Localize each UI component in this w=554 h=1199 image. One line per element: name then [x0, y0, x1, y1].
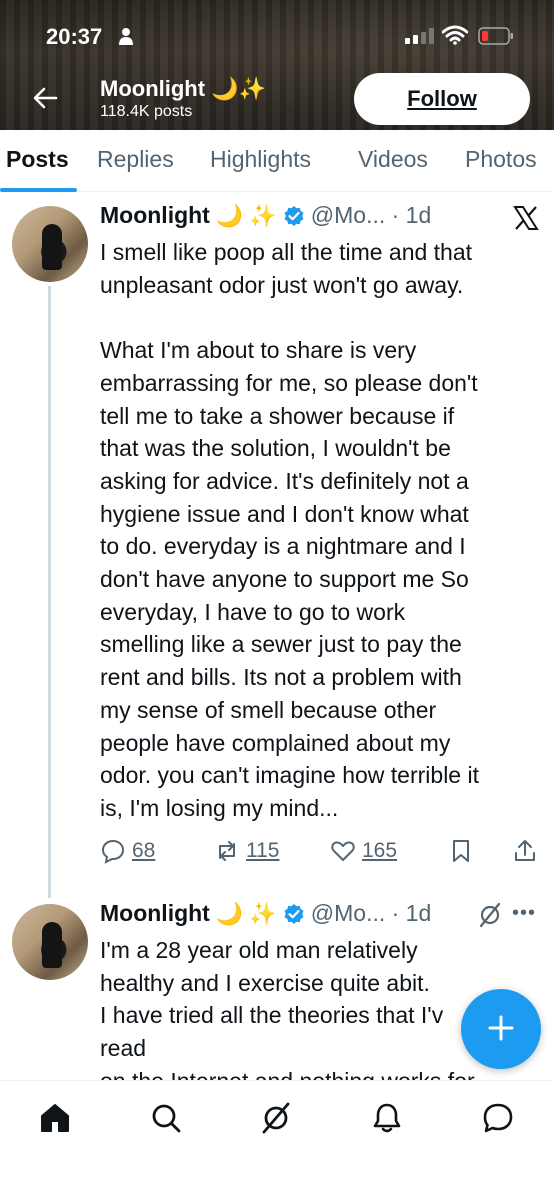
home-icon[interactable] — [38, 1101, 72, 1135]
share-icon — [515, 840, 535, 861]
post-handle: @Mo... · 1d — [310, 202, 432, 228]
reply-button[interactable]: 68 — [100, 838, 155, 864]
messages-icon[interactable] — [481, 1101, 515, 1135]
reply-count: 68 — [132, 839, 156, 862]
bookmark-button[interactable] — [448, 838, 480, 864]
tab-posts[interactable]: Posts — [6, 146, 69, 173]
post-author[interactable]: Moonlight — [100, 900, 210, 927]
grok-icon[interactable] — [478, 902, 502, 928]
grok-icon[interactable] — [259, 1101, 293, 1135]
post-author[interactable]: Moonlight — [100, 202, 210, 229]
active-tab-indicator — [0, 188, 77, 192]
profile-name-text: Moonlight — [100, 76, 206, 101]
post-header: Moonlight 🌙 ✨ @Mo... · 1d — [100, 202, 431, 229]
verified-badge-icon — [284, 205, 304, 226]
status-time: 20:37 — [46, 24, 103, 49]
tab-highlights[interactable]: Highlights — [210, 146, 311, 173]
verified-badge-icon — [284, 903, 304, 924]
like-button[interactable]: 165 — [330, 838, 397, 864]
share-button[interactable] — [512, 838, 544, 864]
post-author-emoji: 🌙 ✨ — [215, 900, 277, 926]
avatar[interactable] — [12, 206, 88, 282]
plus-icon — [488, 1015, 514, 1040]
post-header: Moonlight 🌙 ✨ @Mo... · 1d — [100, 900, 431, 927]
repost-count: 115 — [246, 839, 280, 862]
tab-photos[interactable]: Photos — [465, 146, 537, 173]
post-handle: @Mo... · 1d — [310, 900, 432, 926]
bottom-navigation — [0, 1080, 554, 1199]
like-count: 165 — [362, 839, 398, 862]
profile-name-emoji: 🌙✨ — [211, 76, 266, 101]
tab-replies[interactable]: Replies — [97, 146, 174, 173]
tab-videos[interactable]: Videos — [358, 146, 428, 173]
profile-post-count: 118.4K posts — [100, 103, 193, 120]
search-icon[interactable] — [149, 1101, 183, 1135]
heart-icon — [331, 841, 355, 861]
follow-button[interactable]: Follow — [354, 73, 530, 125]
back-arrow-icon[interactable] — [30, 84, 60, 112]
profile-tabs: Posts Replies Highlights Videos Photos — [0, 130, 554, 192]
cellular-signal-icon — [405, 28, 434, 44]
avatar[interactable] — [12, 904, 88, 980]
post-author-emoji: 🌙 ✨ — [215, 202, 277, 228]
repost-icon — [219, 841, 235, 861]
profile-name: Moonlight 🌙✨ — [100, 76, 266, 102]
profile-header: 20:37 Moonlight 🌙✨ 118.4K posts Follow — [0, 0, 554, 130]
repost-button[interactable]: 115 — [214, 838, 279, 864]
battery-low-icon — [478, 27, 513, 45]
bookmark-icon — [453, 840, 469, 862]
wifi-icon — [442, 25, 468, 45]
notifications-icon[interactable] — [370, 1101, 404, 1135]
person-icon — [119, 28, 133, 45]
reply-icon — [101, 839, 125, 864]
compose-button[interactable] — [461, 989, 541, 1069]
more-options-icon[interactable]: ••• — [512, 902, 536, 925]
x-logo-icon — [513, 206, 539, 230]
post-body: I smell like poop all the time and that … — [100, 239, 479, 821]
post-actions: 68 115 165 — [100, 838, 550, 870]
thread-line — [48, 286, 51, 898]
